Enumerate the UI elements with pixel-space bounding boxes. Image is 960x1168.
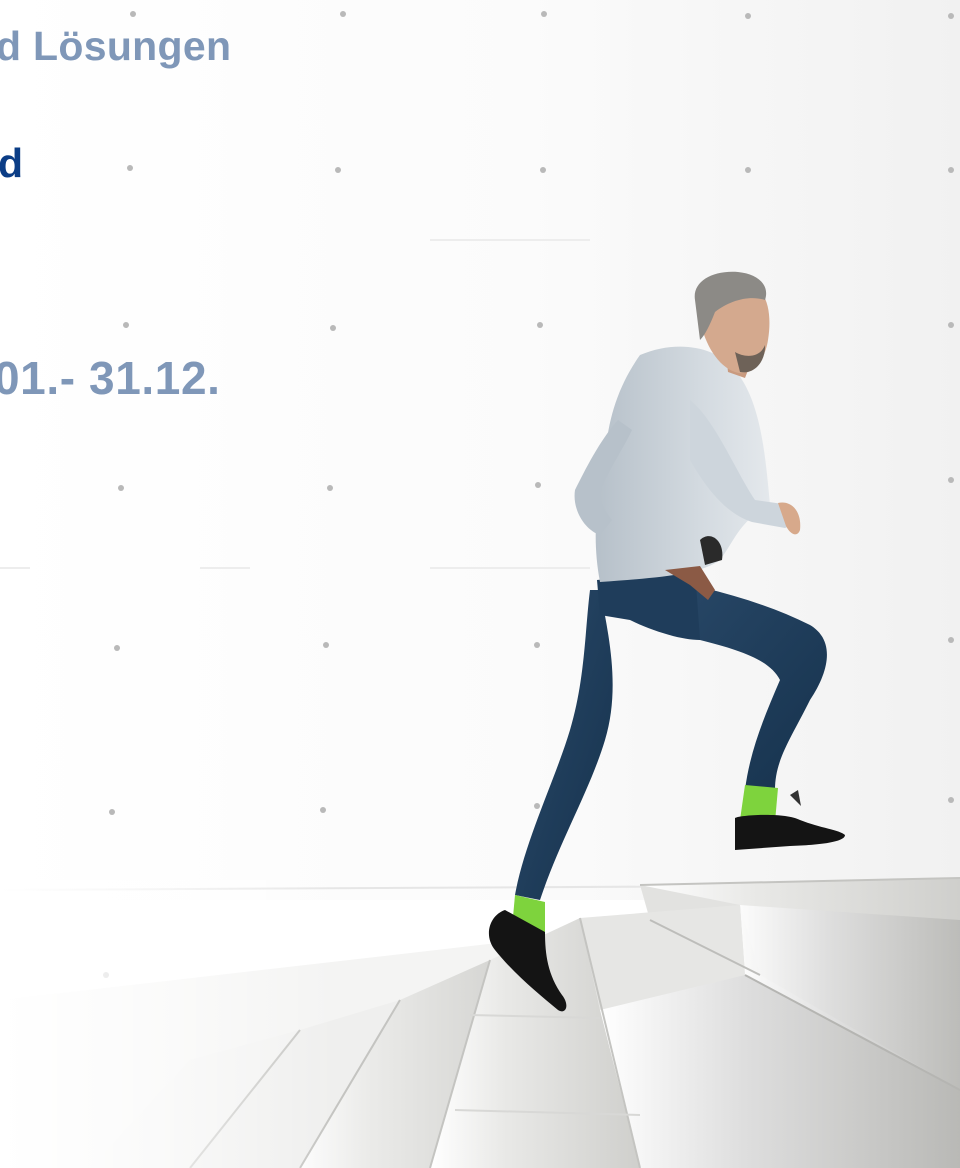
headline-line-2: d: [0, 140, 24, 186]
date-range: 01.- 31.12.: [0, 352, 221, 404]
stone-steps: [0, 877, 960, 1168]
concrete-wall: [0, 0, 960, 900]
headline-line-1: d Lösungen: [0, 23, 232, 69]
stairs-photo: [0, 0, 960, 1168]
slide: d Lösungen d 01.- 31.12.: [0, 0, 960, 1168]
